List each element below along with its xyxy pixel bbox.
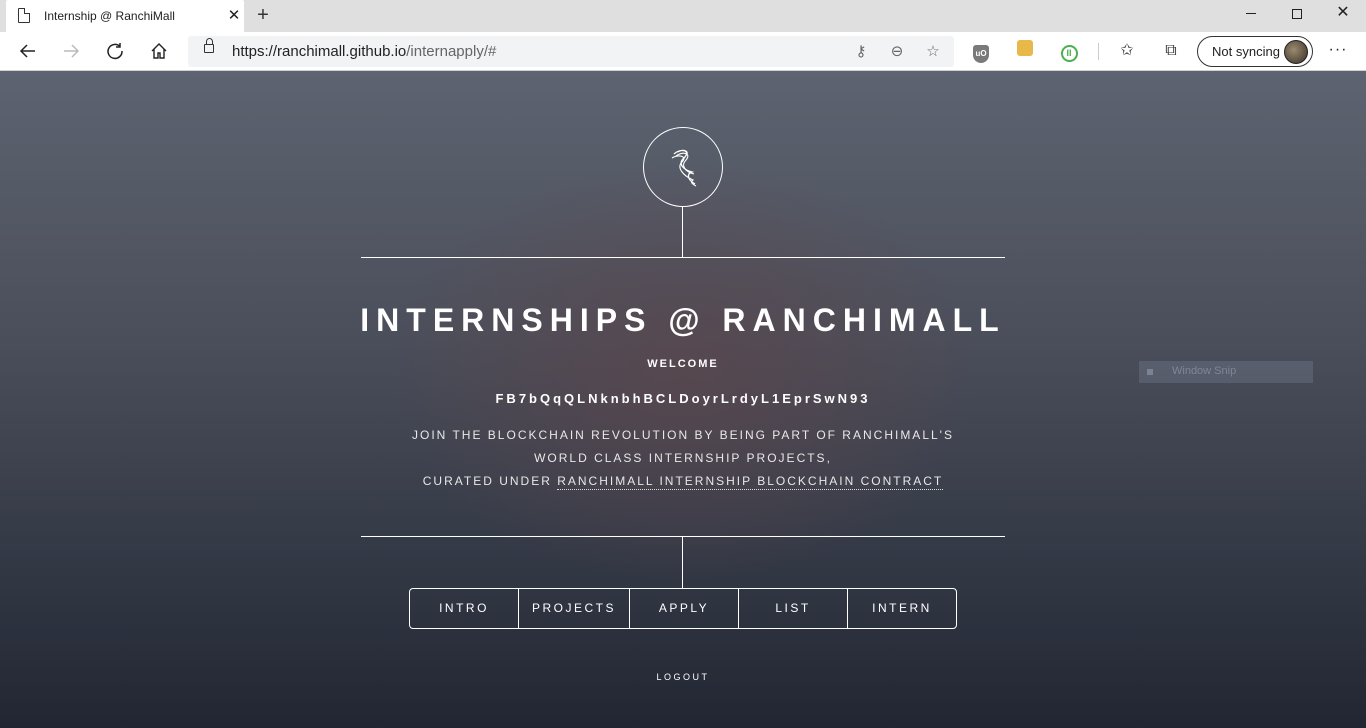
minimize-icon [1246,13,1256,15]
arrow-right-icon [64,44,80,58]
collections-icon[interactable]: ⧉ [1160,40,1182,62]
forward-button[interactable] [57,38,85,64]
address-bar[interactable]: https://ranchimall.github.io/internapply… [188,36,954,67]
home-icon [151,43,167,59]
description-line: JOIN THE BLOCKCHAIN REVOLUTION BY BEING … [412,428,954,442]
logout-link[interactable]: LOGOUT [0,672,1366,682]
zoom-icon[interactable]: ⊖ [886,41,908,63]
lock-icon[interactable] [204,38,214,53]
main-nav: INTRO PROJECTS APPLY LIST INTERN [409,588,957,629]
connector-line [682,537,683,588]
favorite-star-icon[interactable]: ☆ [922,41,944,63]
nav-projects[interactable]: PROJECTS [519,589,630,628]
extension-icon[interactable] [1014,40,1036,62]
tab-bar: Internship @ RanchiMall ✕ + ✕ [0,0,1366,32]
window-close-button[interactable]: ✕ [1320,0,1366,30]
nav-intro[interactable]: INTRO [410,589,519,628]
browser-tab[interactable]: Internship @ RanchiMall ✕ [6,0,244,32]
ranchimall-logo-icon [671,149,697,187]
divider [361,536,1005,537]
window-snip-overlay[interactable]: Window Snip [1139,361,1313,383]
favorites-icon[interactable]: ✩ [1116,40,1138,62]
address-url[interactable]: https://ranchimall.github.io/internapply… [232,43,496,60]
ublock-extension-icon[interactable]: uO [970,40,992,63]
restore-icon [1292,8,1302,19]
tab-title: Internship @ RanchiMall [44,9,175,23]
key-icon[interactable]: ⚷ [850,41,872,63]
new-tab-button[interactable]: + [252,4,274,26]
description-line: CURATED UNDER RANCHIMALL INTERNSHIP BLOC… [422,474,944,490]
profile-label: Not syncing [1212,44,1280,59]
reload-button[interactable] [101,38,129,64]
divider [361,257,1005,258]
nav-apply[interactable]: APPLY [630,589,739,628]
profile-button[interactable]: Not syncing [1197,36,1313,67]
connector-line [682,207,683,257]
page-title: INTERNSHIPS @ RANCHIMALL [360,302,1006,338]
nav-intern[interactable]: INTERN [848,589,956,628]
description-line: WORLD CLASS INTERNSHIP PROJECTS, [534,451,832,465]
window-restore-button[interactable] [1274,0,1320,30]
reload-icon [107,43,123,60]
toolbar-divider [1098,43,1099,60]
more-menu-button[interactable]: ··· [1326,38,1350,64]
ranchimall-logo[interactable] [643,127,723,207]
contract-link[interactable]: RANCHIMALL INTERNSHIP BLOCKCHAIN CONTRAC… [557,474,944,490]
browser-toolbar: https://ranchimall.github.io/internapply… [0,32,1366,71]
back-button[interactable] [14,38,42,64]
avatar [1284,40,1308,64]
snip-label: Window Snip [1172,365,1237,377]
page-favicon-icon [18,8,30,23]
nav-list[interactable]: LIST [739,589,848,628]
window-minimize-button[interactable] [1228,0,1274,30]
tab-close-icon[interactable]: ✕ [224,6,244,26]
arrow-left-icon [19,44,35,58]
pause-extension-icon[interactable]: II [1058,40,1080,62]
user-flo-address: FB7bQqQLNknbhBCLDoyrLrdyL1EprSwN93 [495,391,871,406]
page-content: INTERNSHIPS @ RANCHIMALL WELCOME FB7bQqQ… [0,71,1366,728]
snip-icon [1147,369,1153,375]
home-button[interactable] [145,38,173,64]
